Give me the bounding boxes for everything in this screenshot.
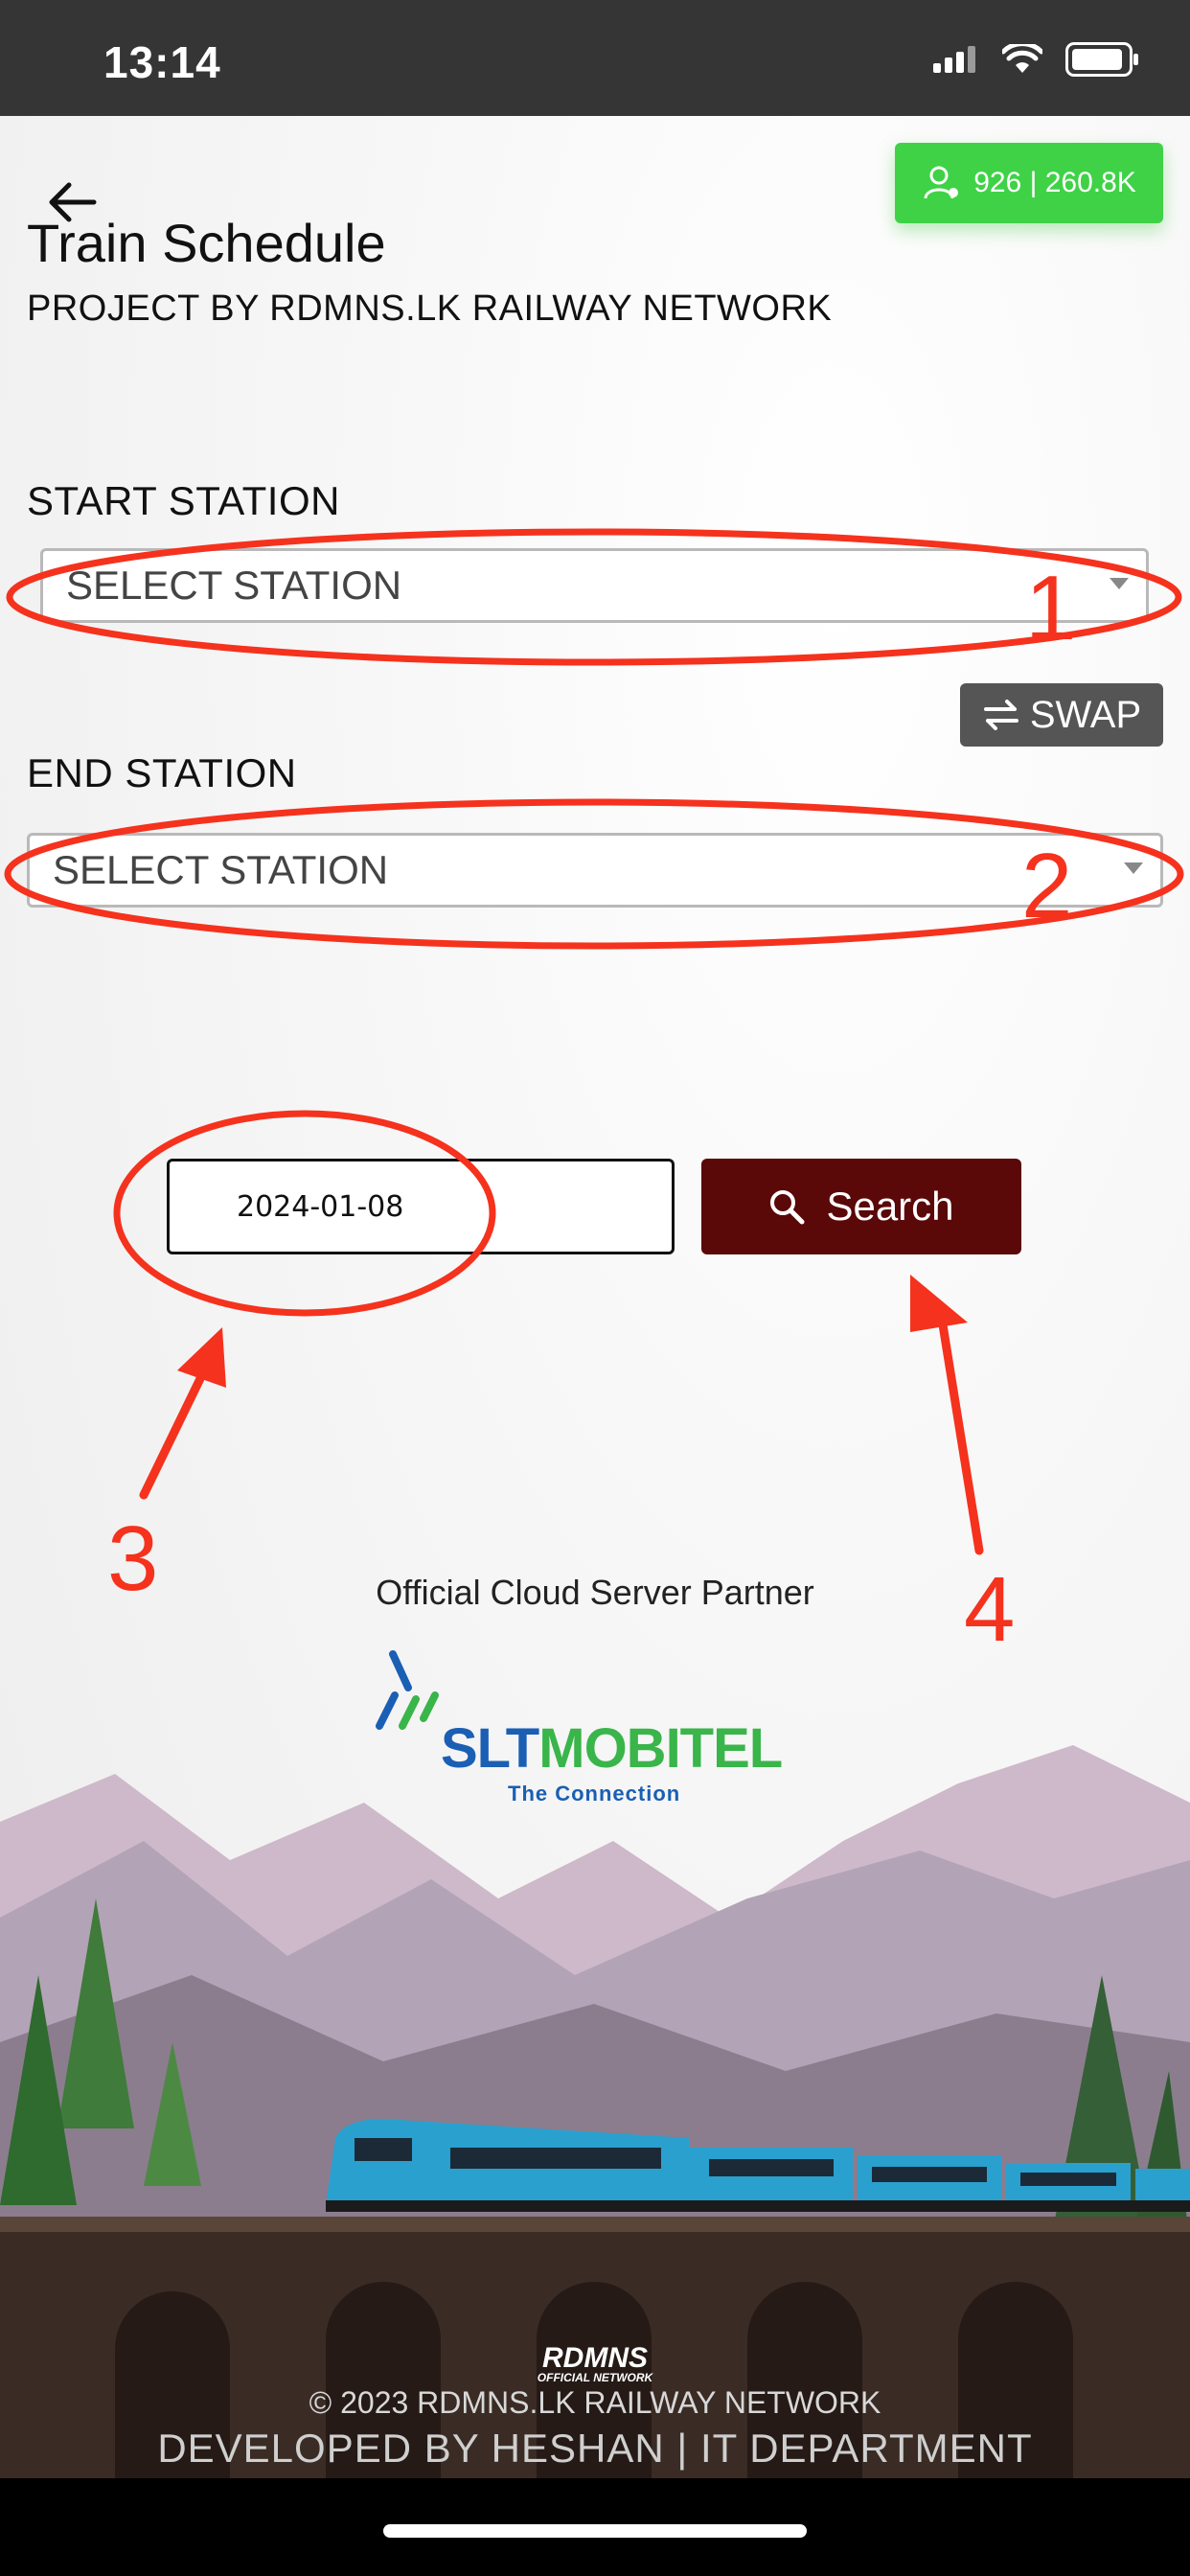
annotation-number-3: 3 — [107, 1507, 159, 1610]
annotation-number-4: 4 — [964, 1558, 1016, 1661]
annotation-overlay — [4, 528, 1184, 1555]
annotation-arrowhead-4 — [910, 1275, 968, 1332]
annotation-arrow-4 — [936, 1308, 984, 1555]
annotation-number-1: 1 — [1025, 557, 1077, 659]
annotation-number-2: 2 — [1021, 835, 1073, 937]
annotation-circle-3 — [113, 1110, 496, 1317]
annotation-arrowhead-3 — [177, 1327, 226, 1388]
annotation-circle-2 — [4, 798, 1184, 950]
annotation-circle-1 — [6, 528, 1182, 666]
annotation-arrow-3 — [139, 1356, 214, 1500]
